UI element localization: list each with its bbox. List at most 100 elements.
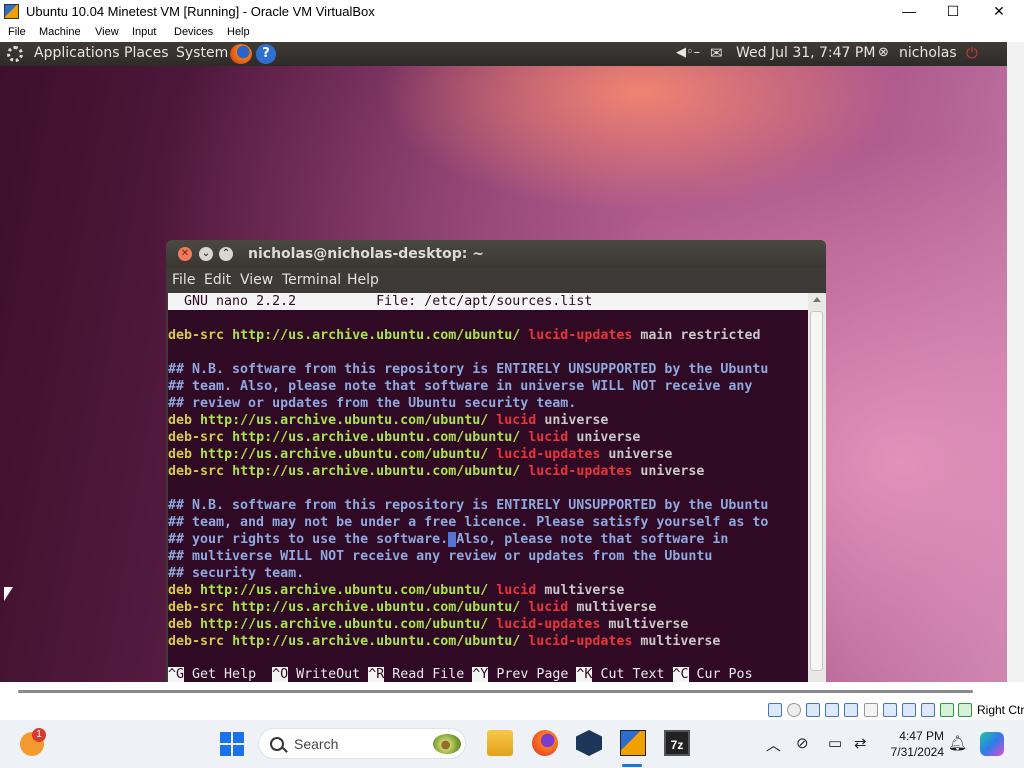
7zip-icon[interactable]: 7z (664, 730, 690, 756)
terminal-titlebar[interactable]: ✕ ⌄ ⌃ nicholas@nicholas-desktop: ~ (166, 240, 826, 268)
vm-vertical-scrollbar[interactable] (1007, 42, 1024, 682)
nano-line: deb-src http://us.archive.ubuntu.com/ubu… (168, 463, 704, 480)
minimize-button[interactable]: — (886, 0, 932, 23)
source-type: deb (168, 447, 193, 462)
system-clock[interactable]: 4:47 PM 7/31/2024 (884, 728, 944, 760)
recording-icon[interactable] (902, 703, 916, 717)
nano-editor[interactable]: GNU nano 2.2.2 File: /etc/apt/sources.li… (168, 293, 808, 682)
components: universe (640, 464, 705, 479)
nano-header: GNU nano 2.2.2 File: /etc/apt/sources.li… (168, 293, 808, 310)
menu-machine[interactable]: Machine (39, 26, 81, 38)
show-hidden-icons-icon[interactable]: ︿ (766, 734, 781, 755)
scroll-up-icon[interactable] (813, 297, 821, 302)
release-name: lucid-updates (528, 634, 633, 649)
firefox-launcher-icon[interactable] (230, 44, 252, 64)
terminal-scrollbar[interactable] (808, 293, 826, 682)
terminal-minimize-icon[interactable]: ⌄ (199, 247, 213, 261)
power-icon[interactable]: ⏻ (966, 44, 978, 62)
release-name: lucid (496, 413, 537, 428)
repository-url: http://us.archive.ubuntu.com/ubuntu/ (232, 464, 521, 479)
terminal-menu-terminal[interactable]: Terminal (282, 272, 341, 288)
mouse-pointer-icon (4, 587, 13, 601)
scrollbar-thumb[interactable] (810, 311, 823, 671)
terminal-menu-edit[interactable]: Edit (204, 272, 231, 288)
shortcut-label: Cut Text (600, 667, 665, 682)
user-status-icon: ⊗ (878, 45, 889, 60)
search-placeholder: Search (294, 736, 339, 752)
search-icon (270, 737, 284, 751)
volume-icon[interactable]: ◀◦– (676, 45, 700, 60)
menu-devices[interactable]: Devices (174, 26, 213, 38)
panel-menu-places[interactable]: Places (124, 45, 169, 61)
vbox-titlebar: Ubuntu 10.04 Minetest VM [Running] - Ora… (0, 0, 1024, 23)
comment-text: ## review or updates from the Ubuntu sec… (168, 396, 577, 411)
audio-icon[interactable] (806, 703, 820, 717)
vm-horizontal-scrollbar[interactable] (0, 682, 1024, 700)
mail-icon[interactable]: ✉ (710, 44, 723, 62)
device-icon[interactable]: ▭ (828, 734, 842, 752)
nano-line: ## N.B. software from this repository is… (168, 497, 768, 514)
firefox-taskbar-icon[interactable] (532, 730, 558, 756)
gnome-top-panel: Applications Places System ? ◀◦– ✉ Wed J… (0, 42, 1007, 66)
components: multiverse (576, 600, 657, 615)
virtualbox-vm-icon[interactable] (620, 730, 646, 756)
menu-input[interactable]: Input (132, 26, 156, 38)
copilot-icon[interactable] (980, 732, 1004, 756)
notifications-bell-icon[interactable]: 🔔︎ (948, 734, 967, 752)
source-type: deb-src (168, 328, 225, 343)
language-icon[interactable]: ⇄ (854, 734, 867, 752)
maximize-button[interactable]: ☐ (930, 0, 976, 23)
source-type: deb-src (168, 600, 225, 615)
release-name: lucid (528, 430, 569, 445)
panel-menu-applications[interactable]: Applications (34, 45, 120, 61)
panel-datetime[interactable]: Wed Jul 31, 7:47 PM (736, 45, 875, 61)
start-button[interactable] (220, 732, 244, 756)
nano-line: ## security team. (168, 565, 304, 582)
repository-url: http://us.archive.ubuntu.com/ubuntu/ (232, 634, 521, 649)
shared-folders-icon[interactable] (864, 703, 878, 717)
display-icon[interactable] (883, 703, 897, 717)
virtualbox-manager-icon[interactable] (576, 730, 602, 756)
shortcut-key: ^Y (472, 667, 489, 682)
terminal-maximize-icon[interactable]: ⌃ (219, 247, 233, 261)
mouse-integration-icon[interactable] (940, 703, 954, 717)
menu-help[interactable]: Help (227, 26, 250, 38)
terminal-menu-help[interactable]: Help (347, 272, 379, 288)
cpu-icon[interactable] (921, 703, 935, 717)
shortcut-label: WriteOut (296, 667, 361, 682)
release-name: lucid-updates (496, 447, 601, 462)
shortcut-key: ^C (672, 667, 689, 682)
terminal-close-icon[interactable]: ✕ (178, 247, 192, 261)
shortcut-label: Cur Pos (696, 667, 753, 682)
panel-username[interactable]: nicholas (899, 45, 957, 61)
source-type: deb-src (168, 464, 225, 479)
network-offline-icon[interactable]: ⊘ (796, 734, 809, 752)
release-name: lucid (496, 583, 537, 598)
panel-menu-system[interactable]: System (176, 45, 228, 61)
hard-disk-icon[interactable] (768, 703, 782, 717)
clock-time: 4:47 PM (899, 729, 944, 743)
scrollbar-track[interactable] (18, 690, 973, 693)
comment-text: Also, please note that software in (456, 532, 729, 547)
shortcut-label: Read File (392, 667, 465, 682)
taskbar-search[interactable]: Search (258, 728, 466, 759)
nano-line: ## multiverse WILL NOT receive any revie… (168, 548, 712, 565)
menu-file[interactable]: File (8, 26, 26, 38)
active-app-indicator (622, 764, 642, 767)
terminal-menu-view[interactable]: View (240, 272, 273, 288)
components: multiverse (608, 617, 689, 632)
file-explorer-icon[interactable] (487, 730, 513, 756)
nano-version: GNU nano 2.2.2 (184, 294, 297, 309)
guest-desktop[interactable]: Applications Places System ? ◀◦– ✉ Wed J… (0, 42, 1007, 682)
keyboard-capture-icon[interactable] (958, 703, 972, 717)
menu-view[interactable]: View (95, 26, 119, 38)
nano-line: deb-src http://us.archive.ubuntu.com/ubu… (168, 327, 760, 344)
optical-drive-icon[interactable] (787, 703, 801, 717)
nano-line: ## team. Also, please note that software… (168, 378, 752, 395)
shortcut-label: Get Help (192, 667, 257, 682)
network-icon[interactable] (825, 703, 839, 717)
help-icon[interactable]: ? (256, 44, 276, 64)
usb-icon[interactable] (844, 703, 858, 717)
terminal-menu-file[interactable]: File (172, 272, 195, 288)
close-button[interactable]: ✕ (976, 0, 1022, 23)
